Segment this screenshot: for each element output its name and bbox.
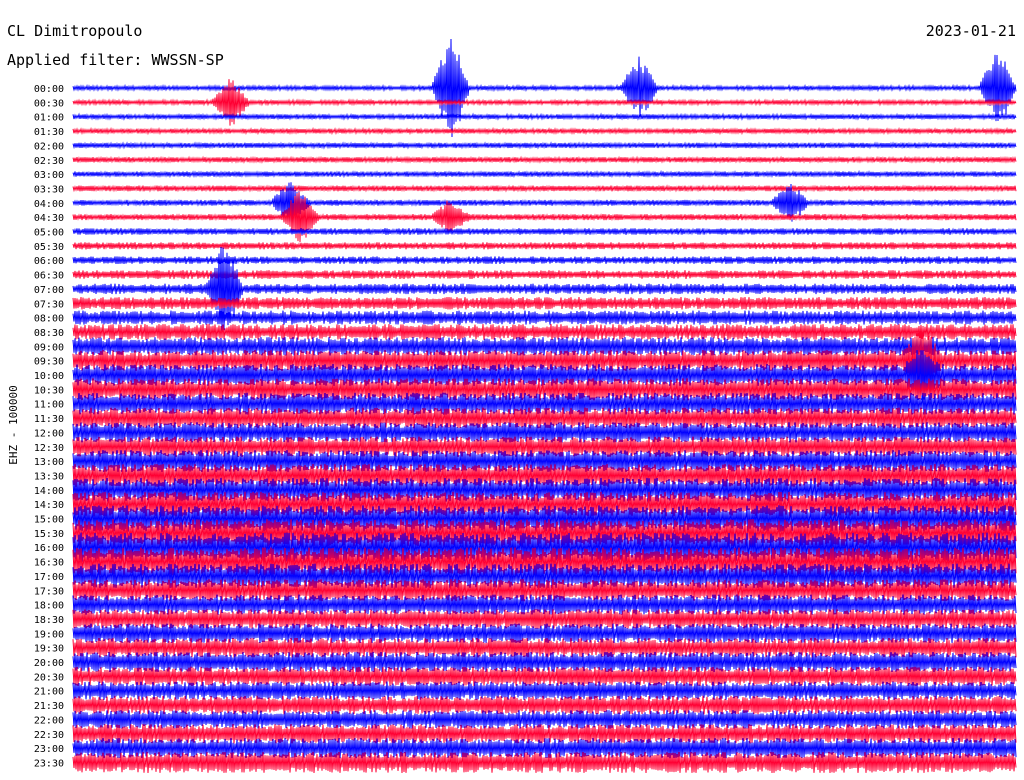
time-label: 05:30 bbox=[34, 242, 64, 253]
trace-row bbox=[72, 184, 1017, 193]
time-label: 11:30 bbox=[34, 414, 64, 425]
time-label: 19:00 bbox=[34, 629, 64, 640]
trace-row bbox=[72, 227, 1017, 236]
time-label: 23:00 bbox=[34, 744, 64, 755]
time-label: 20:30 bbox=[34, 672, 64, 683]
trace-rows bbox=[72, 38, 1017, 774]
trace-row bbox=[72, 651, 1017, 673]
trace-row bbox=[72, 169, 1017, 179]
time-label: 09:00 bbox=[34, 342, 64, 353]
time-label: 03:30 bbox=[34, 184, 64, 195]
station-title: CL Dimitropoulo bbox=[7, 22, 142, 40]
time-label: 20:00 bbox=[34, 658, 64, 669]
trace-row bbox=[72, 192, 1017, 243]
time-label: 10:30 bbox=[34, 385, 64, 396]
time-label: 14:30 bbox=[34, 500, 64, 511]
time-label: 10:00 bbox=[34, 371, 64, 382]
time-label: 21:00 bbox=[34, 687, 64, 698]
time-label: 18:00 bbox=[34, 601, 64, 612]
time-label: 22:30 bbox=[34, 730, 64, 741]
time-labels: 00:00 00:30 01:00 01:30 02:00 02:30 03:00 03:30… bbox=[34, 84, 64, 769]
time-label: 05:00 bbox=[34, 228, 64, 239]
time-label: 04:00 bbox=[34, 199, 64, 210]
time-label: 17:00 bbox=[34, 572, 64, 583]
time-label: 13:30 bbox=[34, 471, 64, 482]
time-label: 12:00 bbox=[34, 428, 64, 439]
time-label: 14:00 bbox=[34, 486, 64, 497]
time-label: 09:30 bbox=[34, 357, 64, 368]
time-label: 00:30 bbox=[34, 98, 64, 109]
time-label: 07:00 bbox=[34, 285, 64, 296]
time-label: 13:00 bbox=[34, 457, 64, 468]
trace-row bbox=[72, 241, 1017, 250]
time-label: 06:30 bbox=[34, 271, 64, 282]
filter-subtitle: Applied filter: WWSSN-SP bbox=[7, 51, 224, 69]
trace-row bbox=[72, 323, 1017, 340]
time-label: 15:30 bbox=[34, 529, 64, 540]
time-label: 03:00 bbox=[34, 170, 64, 181]
time-label: 22:00 bbox=[34, 715, 64, 726]
trace-row bbox=[72, 256, 1017, 265]
time-label: 06:00 bbox=[34, 256, 64, 267]
trace-row bbox=[72, 155, 1017, 164]
time-label: 15:00 bbox=[34, 515, 64, 526]
time-label: 00:00 bbox=[34, 84, 64, 95]
time-label: 01:30 bbox=[34, 127, 64, 138]
time-label: 18:30 bbox=[34, 615, 64, 626]
trace-row bbox=[72, 126, 1017, 136]
time-label: 02:00 bbox=[34, 141, 64, 152]
time-label: 21:30 bbox=[34, 701, 64, 712]
time-label: 16:00 bbox=[34, 543, 64, 554]
trace-row bbox=[72, 112, 1017, 121]
trace-row bbox=[72, 141, 1017, 150]
time-label: 16:30 bbox=[34, 558, 64, 569]
channel-axis-label: EHZ - 100000 bbox=[7, 385, 20, 464]
time-label: 17:30 bbox=[34, 586, 64, 597]
time-label: 01:00 bbox=[34, 113, 64, 124]
time-label: 04:30 bbox=[34, 213, 64, 224]
time-label: 07:30 bbox=[34, 299, 64, 310]
helicorder-plot: CL Dimitropoulo Applied filter: WWSSN-SP… bbox=[7, 22, 1017, 774]
time-label: 02:30 bbox=[34, 156, 64, 167]
trace-row bbox=[72, 310, 1017, 325]
time-label: 23:30 bbox=[34, 758, 64, 769]
date-label: 2023-01-21 bbox=[926, 22, 1016, 40]
time-label: 12:30 bbox=[34, 443, 64, 454]
time-label: 11:00 bbox=[34, 400, 64, 411]
time-label: 08:00 bbox=[34, 314, 64, 325]
time-label: 08:30 bbox=[34, 328, 64, 339]
time-label: 19:30 bbox=[34, 644, 64, 655]
